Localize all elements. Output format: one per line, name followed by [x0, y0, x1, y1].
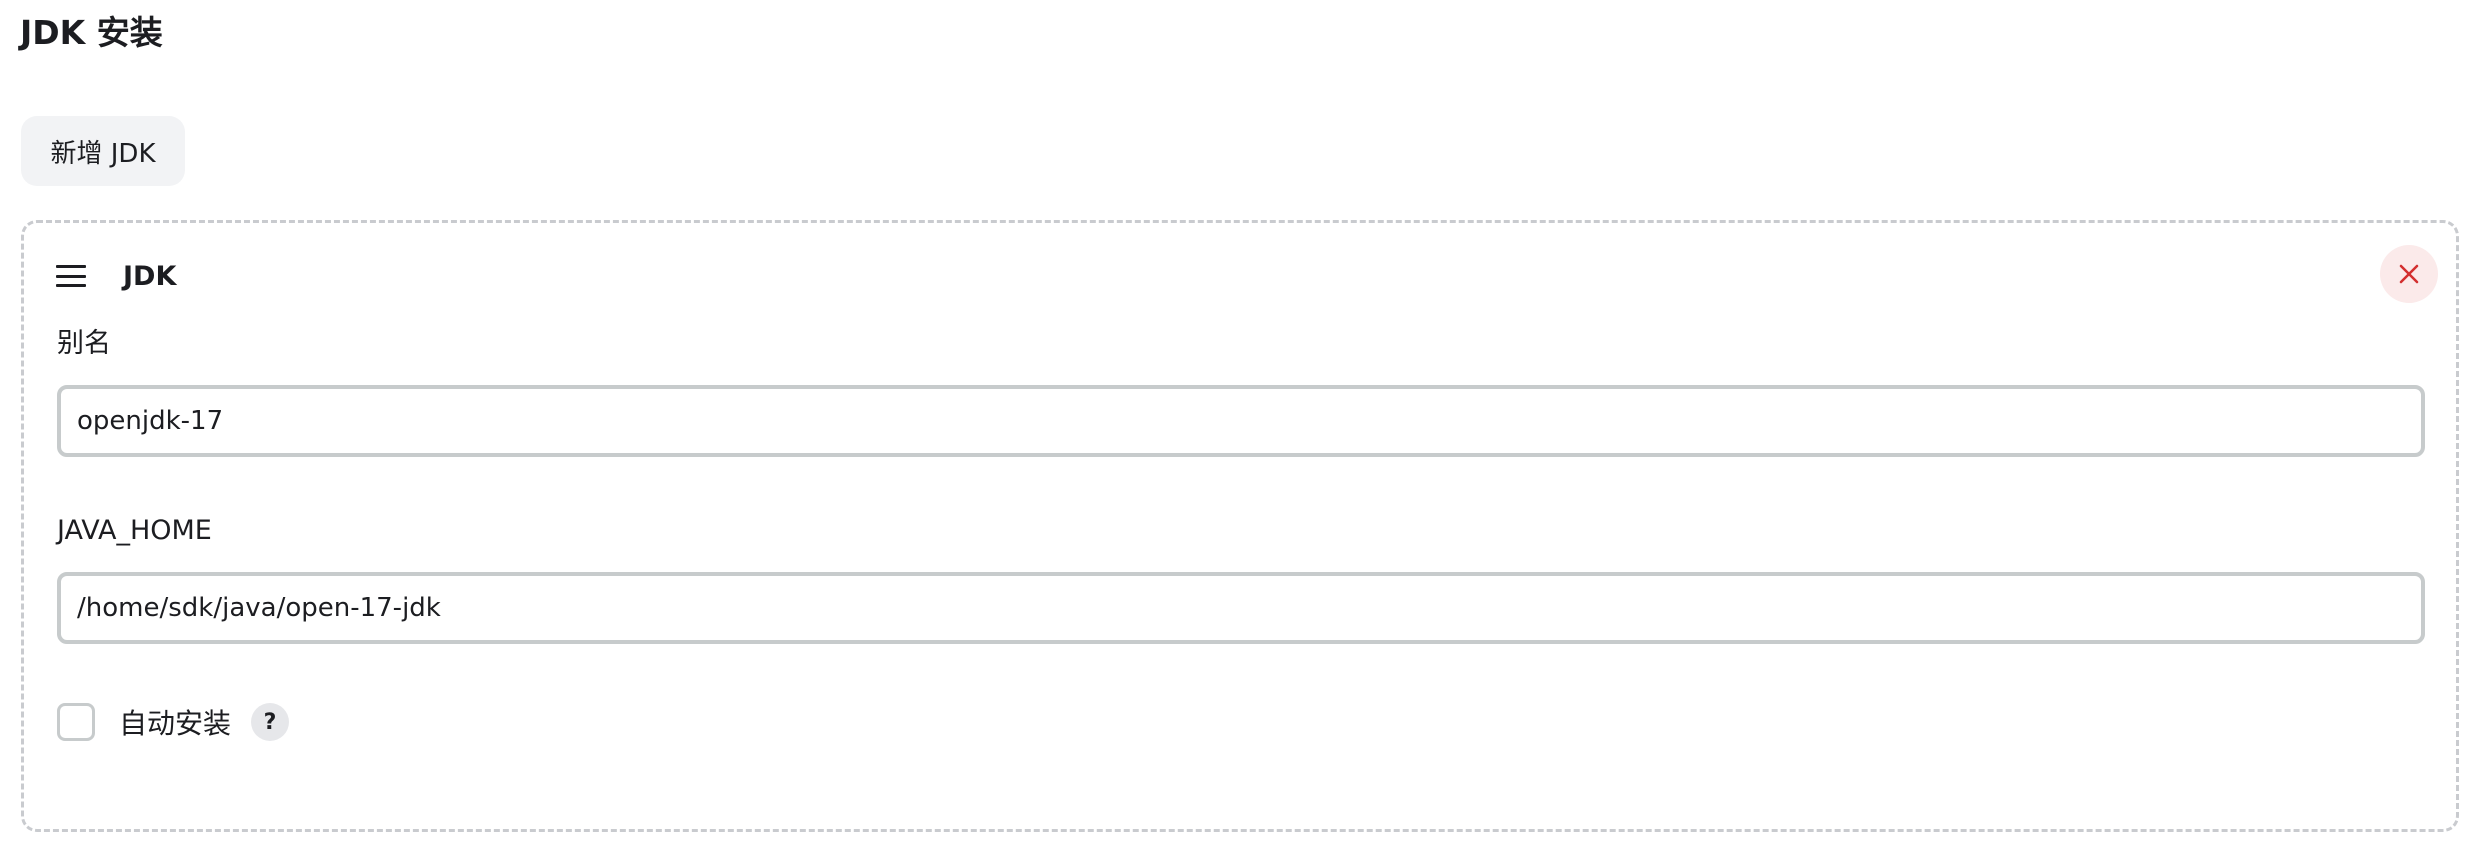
auto-install-row: 自动安装 ?: [57, 697, 290, 747]
jdk-entry-title: JDK: [123, 260, 177, 292]
auto-install-label[interactable]: 自动安装: [119, 702, 231, 742]
help-icon[interactable]: ?: [251, 703, 290, 741]
java-home-field-label: JAVA_HOME: [57, 515, 212, 546]
auto-install-checkbox[interactable]: [57, 703, 95, 741]
drag-handle-icon[interactable]: [56, 265, 86, 287]
close-icon: [2399, 264, 2419, 284]
section-title: JDK 安装: [20, 13, 163, 52]
jdk-entry: JDK 别名 JAVA_HOME 自动安装 ?: [21, 220, 2459, 832]
java-home-input[interactable]: [57, 572, 2425, 644]
jdk-entry-header: JDK: [56, 251, 176, 301]
name-input[interactable]: [57, 385, 2425, 457]
delete-jdk-button[interactable]: [2380, 245, 2438, 303]
name-field-label: 别名: [57, 328, 111, 359]
add-jdk-button[interactable]: 新增 JDK: [21, 116, 185, 186]
